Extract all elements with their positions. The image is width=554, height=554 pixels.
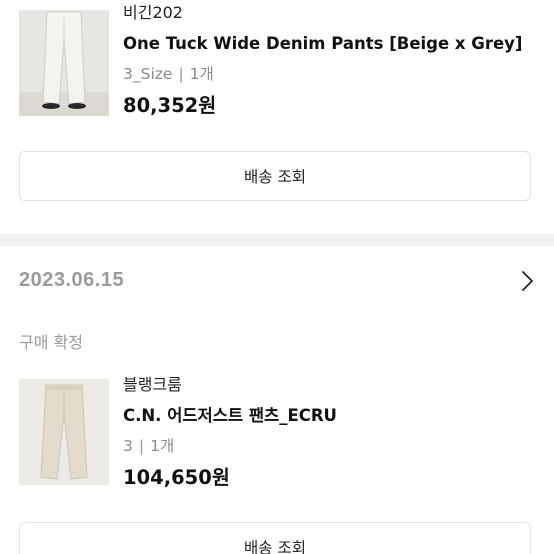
product-options: 3 | 1개	[123, 435, 544, 457]
brand-name[interactable]: 블랭크룸	[123, 374, 544, 396]
option-quantity: 1개	[150, 437, 175, 455]
track-shipment-button[interactable]: 배송 조회	[19, 151, 531, 201]
product-image	[19, 10, 109, 116]
section-divider	[0, 234, 554, 246]
product-thumbnail[interactable]	[19, 10, 109, 116]
product-price: 104,650원	[123, 466, 230, 489]
chevron-right-icon[interactable]	[514, 268, 540, 294]
product-name[interactable]: C.N. 어드저스트 팬츠_ECRU	[123, 404, 544, 428]
product-image	[19, 379, 109, 485]
brand-name[interactable]: 비긴202	[123, 2, 544, 24]
option-quantity: 1개	[189, 65, 214, 83]
option-separator: |	[178, 65, 184, 83]
order-item[interactable]: 블랭크룸 C.N. 어드저스트 팬츠_ECRU 3 | 1개 104,650원	[0, 372, 554, 502]
product-price: 80,352원	[123, 94, 217, 117]
order-item[interactable]: 비긴202 One Tuck Wide Denim Pants [Beige x…	[0, 0, 554, 130]
track-shipment-button[interactable]: 배송 조회	[19, 522, 531, 554]
product-thumbnail[interactable]	[19, 379, 109, 485]
product-options: 3_Size | 1개	[123, 63, 544, 85]
option-size: 3	[123, 437, 133, 455]
option-separator: |	[138, 437, 145, 455]
product-name[interactable]: One Tuck Wide Denim Pants [Beige x Grey]	[123, 32, 544, 56]
order-header[interactable]: 2023.06.15	[0, 264, 554, 300]
option-size: 3_Size	[123, 65, 173, 83]
order-status: 구매 확정	[19, 333, 83, 352]
order-date: 2023.06.15	[19, 269, 125, 291]
